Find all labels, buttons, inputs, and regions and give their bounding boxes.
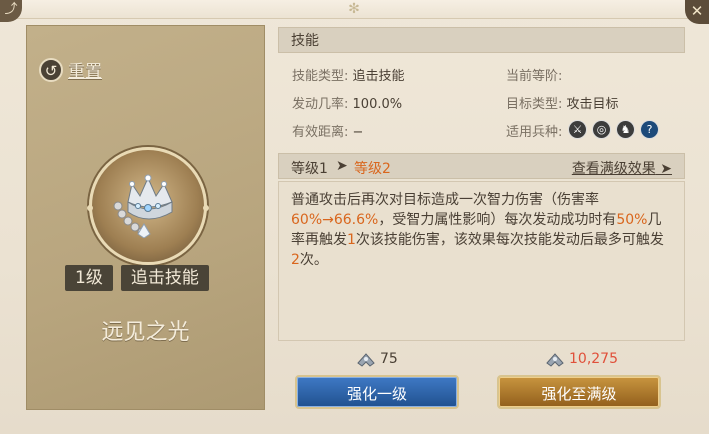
type-label: 技能类型: [292,69,349,84]
type-field: 技能类型: 追击技能 [292,65,405,84]
reset-button[interactable]: ↺ 重置 [39,57,102,82]
view-max-label: 查看满级效果 [571,161,656,177]
book-token-icon [357,353,375,367]
desc-damage-to: →66.6% [322,212,379,228]
skill-medal [87,147,209,265]
sword-icon[interactable]: ⚔ [568,120,587,139]
skill-tags: 1级 追击技能 [65,265,209,291]
skill-name: 远见之光 [101,320,190,345]
upgrade-max-button[interactable]: 强化至满级 [497,375,661,409]
desc-part2: ，受智力属性影响）每次发动成功时有 [378,212,617,228]
level-arrow: ➤ [336,158,348,174]
close-icon: ✕ [690,2,704,20]
type-tag: 追击技能 [120,265,209,291]
close-button[interactable]: ✕ [685,0,709,24]
desc-times2: 2 [291,252,300,268]
trigger-label: 发动几率: [292,97,349,112]
desc-part5: 次。 [299,252,328,268]
medal-dot-left [87,205,93,211]
trigger-field: 发动几率: 100.0% [292,93,402,112]
desc-chance: 50% [616,212,648,228]
unit-icons: ⚔ ◎ ♞ ? [568,120,659,139]
trigger-value: 100.0% [352,97,403,112]
desc-part4: 次该技能伤害，该效果每次技能发动后最多可触发 [355,232,664,248]
desc-times1: 1 [347,232,356,248]
ornament-icon: ✻ [348,1,360,17]
units-field: 适用兵种: [506,121,562,140]
target-label: 目标类型: [506,97,563,112]
range-field: 有效距离: − [292,121,363,140]
level-tag: 1级 [65,265,113,291]
skill-description: 普通攻击后再次对目标造成一次智力伤害（伤害率 60%→66.6%，受智力属性影响）… [278,181,685,341]
type-value: 追击技能 [352,69,405,84]
cost-one: 75 [357,351,398,367]
cost-one-value: 75 [380,351,398,367]
desc-part1: 普通攻击后再次对目标造成一次智力伤害（伤害率 [291,192,599,208]
medal-dot-right [203,205,209,211]
range-value: − [352,125,364,140]
reset-label: 重置 [68,62,102,82]
desc-damage-from: 60% [291,212,323,228]
section-title: 技能 [278,27,685,53]
upgrade-one-button[interactable]: 强化一级 [295,375,459,409]
level-from: 等级1 [291,161,328,177]
range-label: 有效距离: [292,125,349,140]
current-level-field: 当前等阶: [506,65,562,84]
cost-max: 10,275 [546,351,618,367]
level-bar: 等级1 ➤ 等级2 查看满级效果 ➤ [278,153,685,179]
book-token-icon [546,353,564,367]
skill-card: ↺ 重置 1级 追击技能 远见之光 [26,25,265,410]
cost-max-value: 10,275 [569,351,618,367]
target-value: 攻击目标 [566,97,619,112]
skill-info-panel: 技能 技能类型: 追击技能 当前等阶: 发动几率: 100.0% 目标类型: 攻… [278,27,685,145]
reset-icon: ↺ [39,57,63,82]
view-max-link[interactable]: 查看满级效果 ➤ [572,158,672,178]
current-level-label: 当前等阶: [506,69,563,84]
info-grid: 技能类型: 追击技能 当前等阶: 发动几率: 100.0% 目标类型: 攻击目标… [278,53,685,145]
target-icon[interactable]: ◎ [592,120,611,139]
horse-icon[interactable]: ♞ [616,120,635,139]
target-field: 目标类型: 攻击目标 [506,93,619,112]
units-label: 适用兵种: [506,125,563,140]
level-to: 等级2 [354,161,391,177]
question-icon[interactable]: ? [640,120,659,139]
crown-icon [113,174,173,238]
